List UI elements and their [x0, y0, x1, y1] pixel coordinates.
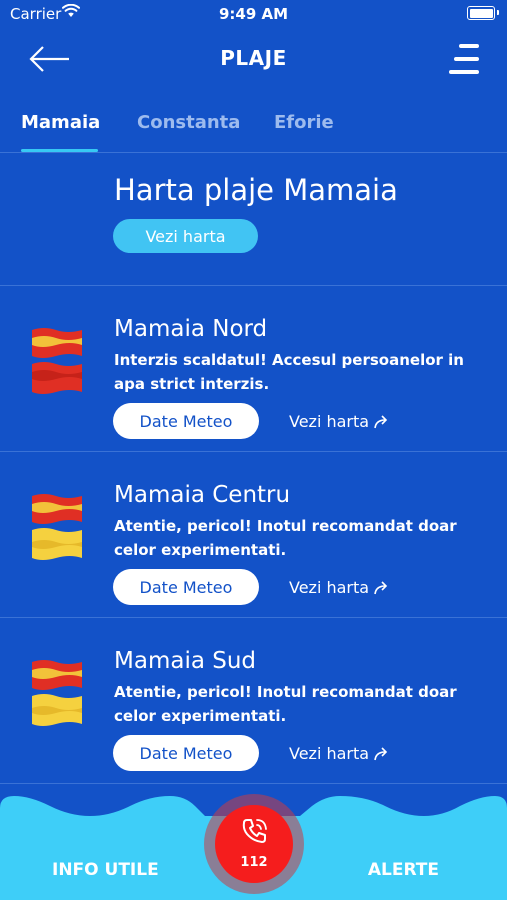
alerts-link[interactable]: ALERTE: [368, 860, 439, 880]
flag-status-icon: [32, 494, 82, 560]
tab-eforie[interactable]: Eforie: [274, 112, 334, 133]
beach-name: Mamaia Nord: [114, 316, 268, 342]
page-title: PLAJE: [220, 46, 287, 70]
emergency-call-button[interactable]: 112: [204, 794, 304, 894]
share-arrow-icon: [374, 580, 388, 594]
beach-warning: Atentie, pericol! Inotul recomandat doar…: [114, 683, 457, 725]
clock: 9:49 AM: [218, 5, 289, 23]
tab-mamaia[interactable]: Mamaia: [21, 112, 100, 133]
info-utile-link[interactable]: INFO UTILE: [52, 860, 159, 880]
yellow-flag-icon: [32, 694, 82, 726]
view-map-link[interactable]: Vezi harta: [289, 578, 391, 597]
beach-item-mamaia-centru: Mamaia Centru Atentie, pericol! Inotul r…: [0, 452, 507, 618]
nav-bar: PLAJE: [0, 28, 507, 90]
view-map-link-label: Vezi harta: [289, 744, 370, 763]
beach-name: Mamaia Sud: [114, 648, 257, 674]
view-map-link[interactable]: Vezi harta: [289, 412, 391, 431]
weather-data-button[interactable]: Date Meteo: [113, 735, 259, 771]
red-flag-icon: [32, 328, 82, 358]
beach-tabs: Mamaia Constanta Eforie: [0, 100, 507, 153]
map-section: Harta plaje Mamaia Vezi harta: [0, 153, 507, 286]
share-arrow-icon: [374, 746, 388, 760]
weather-data-button[interactable]: Date Meteo: [113, 569, 259, 605]
view-map-link-label: Vezi harta: [289, 412, 370, 431]
view-map-link-label: Vezi harta: [289, 578, 370, 597]
share-arrow-icon: [374, 414, 388, 428]
flag-status-icon: [32, 660, 82, 726]
weather-data-button[interactable]: Date Meteo: [113, 403, 259, 439]
beach-item-mamaia-sud: Mamaia Sud Atentie, pericol! Inotul reco…: [0, 618, 507, 784]
back-arrow-icon[interactable]: [28, 44, 72, 74]
menu-icon[interactable]: [447, 42, 481, 76]
tab-constanta[interactable]: Constanta: [137, 112, 240, 133]
battery-icon: [467, 6, 499, 20]
red-flag-icon: [32, 362, 82, 394]
beach-item-mamaia-nord: Mamaia Nord Interzis scaldatul! Accesul …: [0, 286, 507, 452]
red-flag-icon: [32, 494, 82, 524]
flag-status-icon: [32, 328, 82, 394]
active-tab-indicator: [21, 149, 98, 152]
map-section-title: Harta plaje Mamaia: [114, 173, 398, 207]
beach-warning: Atentie, pericol! Inotul recomandat doar…: [114, 517, 457, 559]
red-flag-icon: [32, 660, 82, 690]
phone-call-icon: [242, 819, 267, 843]
beach-name: Mamaia Centru: [114, 482, 291, 508]
status-bar: Carrier 9:49 AM: [0, 0, 507, 28]
yellow-flag-icon: [32, 528, 82, 560]
beach-warning: Interzis scaldatul! Accesul persoanelor …: [114, 351, 464, 393]
view-map-link[interactable]: Vezi harta: [289, 744, 391, 763]
view-map-button[interactable]: Vezi harta: [113, 219, 258, 253]
emergency-number: 112: [240, 855, 268, 870]
emergency-call-inner: 112: [215, 805, 293, 883]
